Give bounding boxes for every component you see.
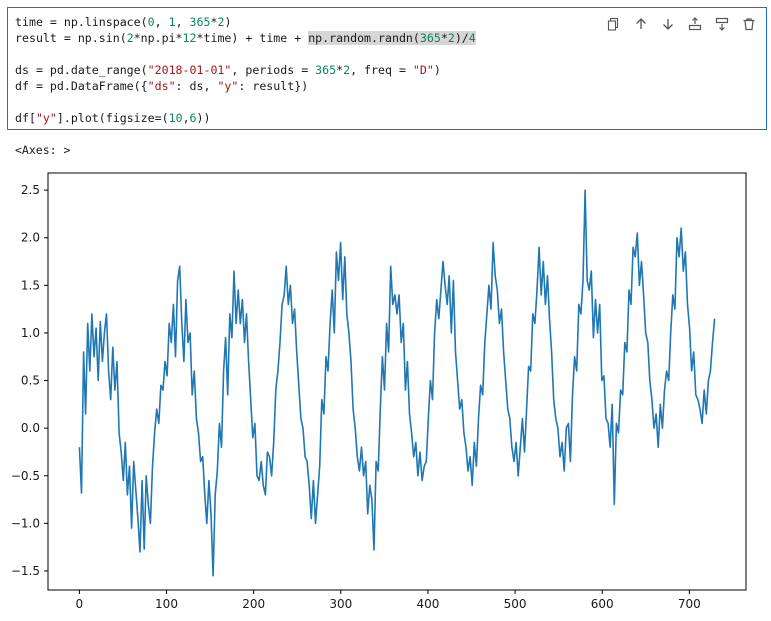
code-token: ) bbox=[224, 15, 232, 29]
y-tick-label: 0.5 bbox=[21, 374, 40, 388]
y-tick-label: −0.5 bbox=[11, 469, 40, 483]
y-tick-label: 2.5 bbox=[21, 183, 40, 197]
arrow-down-icon bbox=[661, 17, 675, 31]
code-token: *np.pi* bbox=[133, 31, 183, 45]
line-chart: −1.5 −1.0 −0.5 0.0 0.5 1.0 1.5 2.0 2.5 0 100 200 30… bbox=[11, 172, 747, 611]
y-tick-label: −1.5 bbox=[11, 564, 40, 578]
x-tick-label: 200 bbox=[242, 597, 265, 611]
insert-above-button[interactable] bbox=[681, 14, 708, 34]
arrow-down-button[interactable] bbox=[654, 14, 681, 34]
code-token: ].plot(figsize=( bbox=[56, 111, 169, 125]
code-token: 10 bbox=[168, 111, 183, 125]
y-axis: −1.5 −1.0 −0.5 0.0 0.5 1.0 1.5 2.0 2.5 bbox=[11, 183, 48, 578]
code-token: df[ bbox=[15, 111, 36, 125]
code-token: 2 bbox=[126, 31, 134, 45]
x-tick-label: 600 bbox=[591, 597, 614, 611]
code-token: 365 bbox=[315, 63, 337, 77]
x-tick-label: 100 bbox=[155, 597, 178, 611]
code-token: "2018-01-01" bbox=[147, 63, 232, 77]
code-token: "ds" bbox=[147, 79, 176, 93]
insert-above-icon bbox=[688, 17, 702, 31]
output-text: <Axes: > bbox=[15, 143, 71, 157]
x-tick-label: 300 bbox=[329, 597, 352, 611]
code-token: 4 bbox=[468, 31, 476, 45]
copy-button[interactable] bbox=[600, 14, 627, 34]
code-token: np.random.randn( bbox=[308, 31, 420, 45]
code-token: 365 bbox=[189, 15, 211, 29]
code-token: 12 bbox=[182, 31, 197, 45]
code-token: , bbox=[182, 111, 190, 125]
code-token: , bbox=[175, 15, 190, 29]
arrow-up-button[interactable] bbox=[627, 14, 654, 34]
delete-button[interactable] bbox=[735, 14, 762, 34]
code-token: 2 bbox=[447, 31, 455, 45]
x-tick-label: 500 bbox=[504, 597, 527, 611]
code-cell[interactable]: time = np.linspace(0, 1, 365*2) result = … bbox=[7, 7, 767, 130]
y-tick-label: 0.0 bbox=[21, 421, 40, 435]
y-tick-label: −1.0 bbox=[11, 516, 40, 530]
insert-below-button[interactable] bbox=[708, 14, 735, 34]
code-token: * bbox=[440, 31, 448, 45]
code-line[interactable]: df = pd.DataFrame({"ds": ds, "y": result… bbox=[15, 78, 308, 94]
code-token: time = np.linspace( bbox=[15, 15, 148, 29]
code-token: )/ bbox=[454, 31, 469, 45]
copy-icon bbox=[607, 17, 621, 31]
delete-icon bbox=[742, 17, 756, 31]
code-token: df = pd.DataFrame({ bbox=[15, 79, 148, 93]
arrow-up-icon bbox=[634, 17, 648, 31]
code-token: : result}) bbox=[238, 79, 309, 93]
code-token: ) bbox=[433, 63, 441, 77]
code-token: result = np.sin( bbox=[15, 31, 127, 45]
code-token: *time) + time + bbox=[196, 31, 309, 45]
cell-toolbar bbox=[600, 14, 762, 34]
code-token: 1 bbox=[168, 15, 176, 29]
code-token: , periods = bbox=[231, 63, 316, 77]
code-token: "D" bbox=[412, 63, 434, 77]
code-token: ds = pd.date_range( bbox=[15, 63, 148, 77]
code-token: , bbox=[154, 15, 169, 29]
code-token: , freq = bbox=[350, 63, 413, 77]
x-tick-label: 700 bbox=[678, 597, 701, 611]
y-tick-label: 1.5 bbox=[21, 278, 40, 292]
x-axis: 0 100 200 300 400 500 600 700 bbox=[76, 590, 701, 611]
code-line[interactable]: df["y"].plot(figsize=(10,6)) bbox=[15, 110, 211, 126]
code-token: 0 bbox=[147, 15, 155, 29]
code-line[interactable]: result = np.sin(2*np.pi*12*time) + time … bbox=[15, 30, 476, 46]
code-line[interactable]: time = np.linspace(0, 1, 365*2) bbox=[15, 14, 231, 30]
plot-area bbox=[47, 172, 747, 591]
code-token: 6 bbox=[189, 111, 197, 125]
x-tick-label: 400 bbox=[416, 597, 439, 611]
code-line[interactable]: ds = pd.date_range("2018-01-01", periods… bbox=[15, 62, 441, 78]
code-token: "y" bbox=[35, 111, 57, 125]
code-token: 365 bbox=[419, 31, 441, 45]
notebook-page: time = np.linspace(0, 1, 365*2) result = … bbox=[0, 0, 771, 621]
y-tick-label: 2.0 bbox=[21, 231, 40, 245]
code-token: "y" bbox=[217, 79, 239, 93]
x-tick-label: 0 bbox=[76, 597, 84, 611]
insert-below-icon bbox=[715, 17, 729, 31]
code-token: : ds, bbox=[175, 79, 218, 93]
code-token: )) bbox=[196, 111, 211, 125]
y-tick-label: 1.0 bbox=[21, 326, 40, 340]
